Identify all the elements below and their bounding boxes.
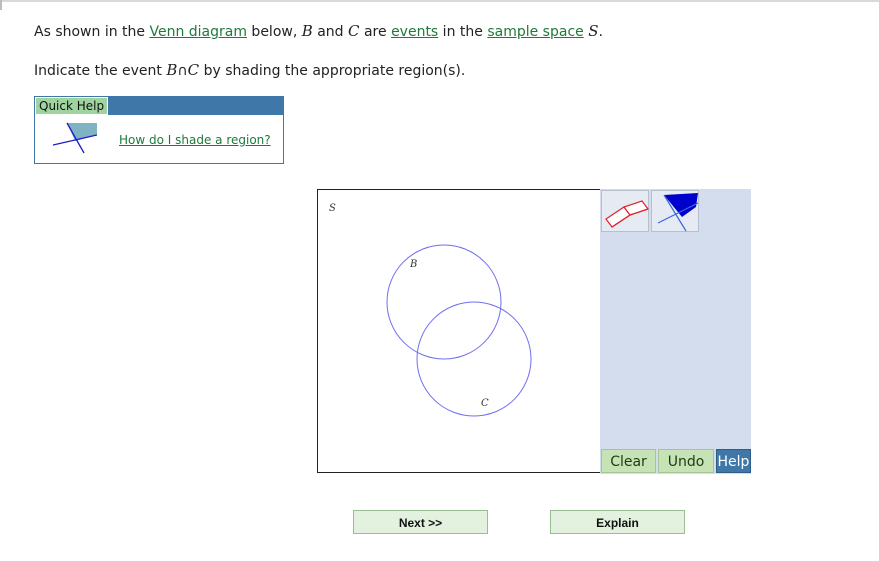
question-text: by shading the appropriate region(s). <box>199 63 466 79</box>
question-line-2: Indicate the event B∩C by shading the ap… <box>34 61 465 79</box>
next-button[interactable]: Next >> <box>353 510 488 534</box>
quick-help-tab[interactable]: Quick Help <box>35 97 109 115</box>
question-text: in the <box>438 24 488 40</box>
eraser-tool-button[interactable] <box>601 190 649 232</box>
question-text: Indicate the event <box>34 63 167 79</box>
question-text: below, <box>246 24 302 40</box>
undo-button[interactable]: Undo <box>658 449 714 473</box>
question-line-1: As shown in the Venn diagram below, B an… <box>34 22 603 40</box>
shade-region-icon <box>657 193 699 232</box>
question-text: and <box>312 24 349 40</box>
events-link[interactable]: events <box>391 24 438 40</box>
sample-space-symbol: S <box>588 22 599 40</box>
quick-help-panel: Quick Help How do I shade a region? <box>34 96 284 164</box>
venn-diagram-canvas[interactable]: S B C <box>317 189 601 473</box>
shade-tool-button[interactable] <box>651 190 699 232</box>
circle-b-label: B <box>409 259 417 270</box>
event-b-symbol: B <box>301 22 313 40</box>
circle-c-label: C <box>481 398 489 409</box>
shade-region-help-link[interactable]: How do I shade a region? <box>119 133 271 147</box>
question-text: are <box>359 24 392 40</box>
shade-region-help-icon <box>53 122 97 154</box>
clear-button[interactable]: Clear <box>601 449 656 473</box>
venn-diagram-svg: S B C <box>329 203 532 417</box>
event-b-symbol: B <box>166 61 178 79</box>
help-button[interactable]: Help <box>716 449 751 473</box>
question-text: As shown in the <box>34 24 150 40</box>
explain-button[interactable]: Explain <box>550 510 685 534</box>
quick-help-header: Quick Help <box>35 97 283 115</box>
circle-c[interactable] <box>416 301 532 417</box>
question-text: . <box>598 24 603 40</box>
intersection-symbol: ∩ <box>177 63 188 79</box>
top-border <box>0 0 879 2</box>
event-c-symbol: C <box>187 61 200 79</box>
sample-space-link[interactable]: sample space <box>487 24 583 40</box>
circle-b[interactable] <box>386 244 502 360</box>
event-c-symbol: C <box>348 22 360 40</box>
sample-space-label: S <box>329 203 336 214</box>
eraser-icon <box>605 200 649 228</box>
top-left-corner-mark <box>0 0 2 10</box>
venn-diagram-link[interactable]: Venn diagram <box>149 24 247 40</box>
tool-panel: Clear Undo Help <box>600 189 751 474</box>
